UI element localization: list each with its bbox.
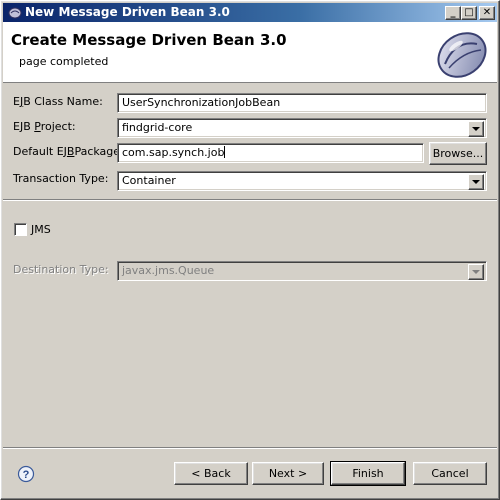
cancel-button[interactable]: Cancel bbox=[413, 462, 487, 485]
minimize-icon: _ bbox=[450, 7, 456, 18]
separator bbox=[3, 199, 497, 201]
finish-button-label: Finish bbox=[352, 467, 384, 480]
svg-text:?: ? bbox=[23, 469, 30, 481]
default-package-label: Default EJBPackage: bbox=[13, 145, 124, 158]
maximize-icon: □ bbox=[464, 7, 474, 18]
transaction-type-label: Transaction Type: bbox=[13, 172, 109, 185]
separator bbox=[3, 447, 497, 449]
transaction-type-value: Container bbox=[122, 174, 176, 187]
finish-button[interactable]: Finish bbox=[330, 461, 406, 486]
chevron-down-icon[interactable] bbox=[468, 264, 484, 280]
close-icon: ✕ bbox=[482, 7, 492, 18]
back-button-label: < Back bbox=[191, 467, 231, 480]
ejb-project-label: EJB Project: bbox=[13, 120, 76, 133]
bean-wizard-icon bbox=[437, 32, 487, 78]
chevron-down-icon[interactable] bbox=[468, 121, 484, 137]
wizard-window: New Message Driven Bean 3.0 _ □ ✕ Create… bbox=[0, 0, 500, 500]
destination-type-label: Destination Type: bbox=[13, 263, 109, 276]
page-title: Create Message Driven Bean 3.0 bbox=[11, 31, 287, 49]
default-package-value: com.sap.synch.job bbox=[122, 146, 225, 159]
page-status-message: page completed bbox=[19, 55, 109, 68]
next-button-label: Next > bbox=[268, 467, 308, 480]
back-button[interactable]: < Back bbox=[174, 462, 248, 485]
jms-label[interactable]: JMS bbox=[31, 223, 51, 237]
maximize-button[interactable]: □ bbox=[461, 6, 477, 20]
wizard-banner: Create Message Driven Bean 3.0 page comp… bbox=[3, 22, 497, 83]
browse-button[interactable]: Browse... bbox=[429, 142, 487, 165]
ejb-project-select[interactable]: findgrid-core bbox=[117, 118, 487, 138]
ejb-project-value: findgrid-core bbox=[122, 121, 193, 134]
help-icon[interactable]: ? bbox=[17, 465, 35, 483]
text-caret bbox=[224, 146, 226, 158]
chevron-down-icon[interactable] bbox=[468, 174, 484, 190]
window-title: New Message Driven Bean 3.0 bbox=[25, 5, 230, 19]
next-button[interactable]: Next > bbox=[252, 462, 324, 485]
cancel-button-label: Cancel bbox=[431, 467, 469, 480]
jms-checkbox[interactable] bbox=[14, 223, 27, 236]
ejb-class-name-input[interactable]: UserSynchronizationJobBean bbox=[117, 93, 487, 113]
destination-type-value: javax.jms.Queue bbox=[122, 264, 215, 277]
transaction-type-select[interactable]: Container bbox=[117, 171, 487, 191]
bean-icon bbox=[8, 7, 22, 19]
default-package-input[interactable]: com.sap.synch.job bbox=[117, 143, 424, 163]
ejb-class-name-label: EJB Class Name: bbox=[13, 95, 103, 108]
minimize-button[interactable]: _ bbox=[445, 6, 461, 20]
close-button[interactable]: ✕ bbox=[479, 6, 495, 20]
destination-type-select[interactable]: javax.jms.Queue bbox=[117, 261, 487, 281]
title-bar[interactable]: New Message Driven Bean 3.0 _ □ ✕ bbox=[3, 3, 497, 22]
